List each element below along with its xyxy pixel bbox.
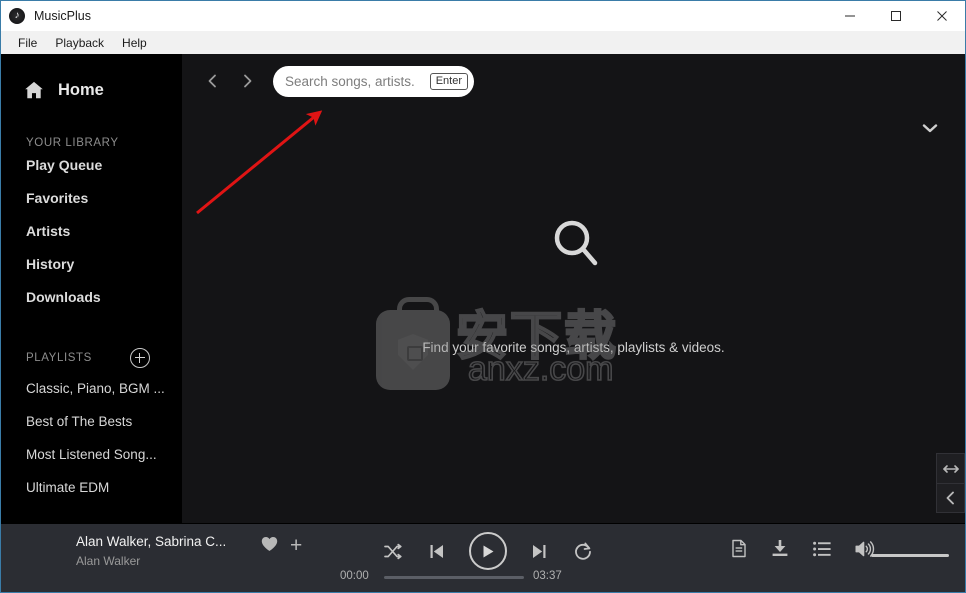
- empty-state-message: Find your favorite songs, artists, playl…: [422, 340, 725, 355]
- sidebar-item-play-queue[interactable]: Play Queue: [26, 149, 182, 182]
- main-content: Enter Find your favorite songs, artists,…: [182, 54, 965, 524]
- menu-item-playback[interactable]: Playback: [46, 34, 113, 52]
- magnifier-icon: [550, 216, 600, 273]
- sidebar-item-history[interactable]: History: [26, 248, 182, 281]
- close-icon[interactable]: [919, 1, 965, 31]
- track-title: Alan Walker, Sabrina C...: [76, 534, 227, 549]
- watermark-text-url: anxz.com: [467, 349, 614, 389]
- resize-horizontal-icon[interactable]: [936, 453, 965, 483]
- player-bar: Alan Walker, Sabrina C... Alan Walker +: [1, 523, 965, 592]
- skip-previous-icon[interactable]: [425, 534, 449, 568]
- sidebar-playlists-header: PLAYLISTS: [26, 348, 166, 368]
- sidebar-playlist-classic-piano-bgm[interactable]: Classic, Piano, BGM ...: [26, 372, 182, 405]
- search-input[interactable]: [285, 74, 415, 89]
- download-icon[interactable]: [771, 539, 789, 558]
- heart-icon[interactable]: [261, 536, 278, 557]
- app-music-note-icon: ♪: [9, 8, 25, 24]
- sidebar-home-label: Home: [58, 80, 104, 99]
- menu-item-file[interactable]: File: [9, 34, 46, 52]
- nav-forward-chevron-right-icon[interactable]: [234, 68, 260, 94]
- minimize-icon[interactable]: [827, 1, 873, 31]
- watermark-overlay: 安下载 anxz.com: [376, 250, 776, 390]
- play-icon[interactable]: [469, 532, 507, 570]
- transport-controls: [381, 532, 595, 570]
- menu-item-help[interactable]: Help: [113, 34, 156, 52]
- sidebar-playlists-title: PLAYLISTS: [26, 352, 92, 364]
- sidebar-item-home[interactable]: Home: [23, 79, 182, 101]
- app-window: ♪ MusicPlus File Playback Help Home YOUR…: [0, 0, 966, 593]
- sidebar-playlist-most-listened-songs[interactable]: Most Listened Song...: [26, 438, 182, 471]
- now-playing-info: Alan Walker, Sabrina C... Alan Walker: [76, 534, 251, 568]
- sidebar-library-title: YOUR LIBRARY: [26, 137, 119, 149]
- duration: 03:37: [533, 570, 562, 582]
- skip-next-icon[interactable]: [527, 534, 551, 568]
- shuffle-icon[interactable]: [381, 534, 405, 568]
- sidebar: Home YOUR LIBRARY Play Queue Favorites A…: [1, 54, 182, 524]
- search-enter-button[interactable]: Enter: [429, 72, 468, 91]
- sidebar-playlist-ultimate-edm[interactable]: Ultimate EDM: [26, 471, 182, 504]
- title-bar: ♪ MusicPlus: [1, 1, 965, 31]
- add-to-playlist-plus-icon[interactable]: +: [290, 535, 302, 556]
- queue-list-icon[interactable]: [813, 541, 831, 557]
- content-topbar: Enter: [182, 54, 965, 110]
- window-title: MusicPlus: [34, 9, 91, 23]
- window-controls: [827, 1, 965, 31]
- track-artist: Alan Walker: [76, 554, 141, 568]
- collapse-chevron-down-icon[interactable]: [917, 118, 943, 138]
- watermark-text-cn: 安下载: [455, 306, 619, 368]
- watermark-shield-icon: [398, 334, 428, 370]
- sidebar-playlist-best-of-the-bests[interactable]: Best of The Bests: [26, 405, 182, 438]
- current-time: 00:00: [340, 570, 369, 582]
- add-playlist-icon[interactable]: [130, 348, 150, 368]
- edge-button-group: [936, 453, 965, 513]
- maximize-icon[interactable]: [873, 1, 919, 31]
- empty-state: Find your favorite songs, artists, playl…: [182, 54, 965, 524]
- watermark-bag-handle-icon: [397, 297, 439, 324]
- progress-slider[interactable]: [384, 576, 524, 579]
- repeat-icon[interactable]: [571, 534, 595, 568]
- nav-back-chevron-left-icon[interactable]: [200, 68, 226, 94]
- home-icon: [23, 79, 45, 101]
- watermark-bag-icon: [376, 310, 450, 390]
- sidebar-item-downloads[interactable]: Downloads: [26, 281, 182, 314]
- panel-collapse-chevron-left-icon[interactable]: [936, 483, 965, 513]
- lyrics-document-icon[interactable]: [731, 539, 747, 558]
- search-box[interactable]: Enter: [273, 66, 474, 97]
- volume-slider[interactable]: [871, 554, 949, 557]
- menu-bar: File Playback Help: [1, 31, 965, 54]
- player-right-controls: [731, 539, 875, 558]
- sidebar-item-artists[interactable]: Artists: [26, 215, 182, 248]
- sidebar-item-favorites[interactable]: Favorites: [26, 182, 182, 215]
